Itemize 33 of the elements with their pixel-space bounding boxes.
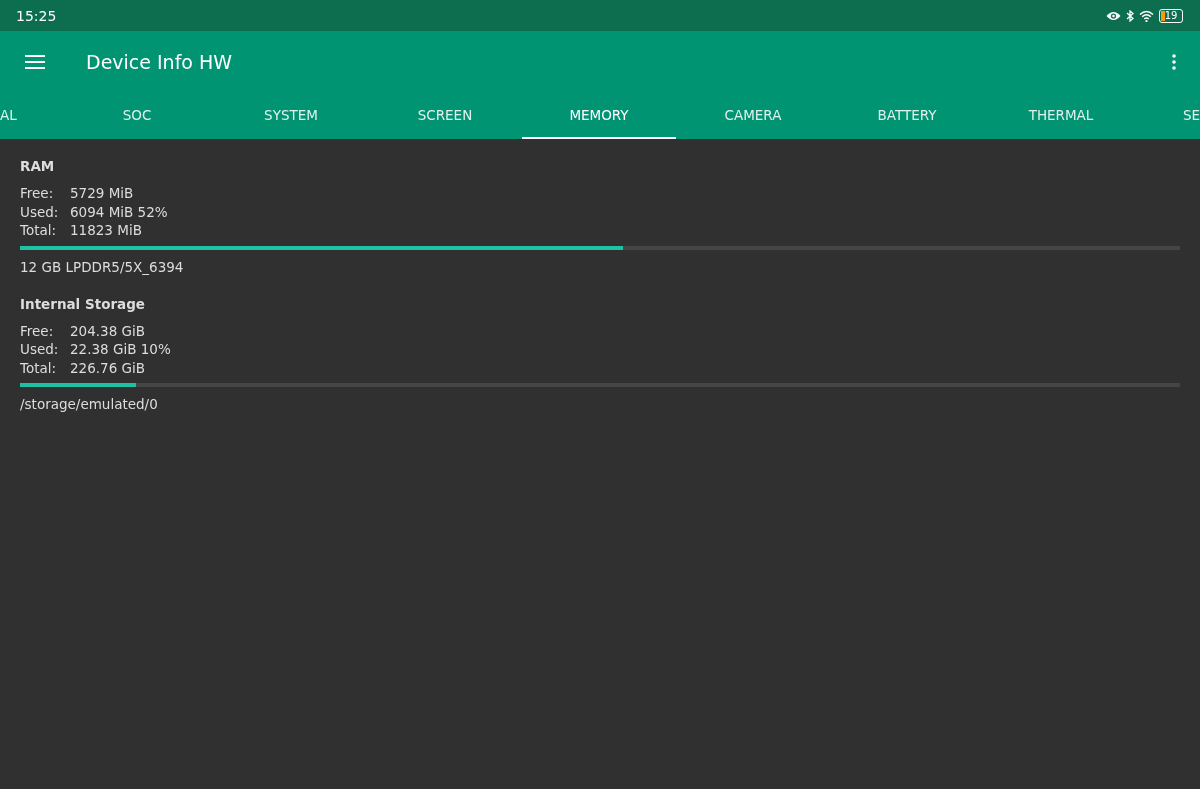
tab[interactable]: SOC xyxy=(60,93,214,139)
menu-icon xyxy=(25,55,45,69)
wifi-icon xyxy=(1139,9,1154,22)
app-title: Device Info HW xyxy=(86,51,234,73)
section-title: RAM xyxy=(20,158,56,174)
field-value: 6094 MiB 52% xyxy=(70,202,168,221)
section-note: 12 GB LPDDR5/5X_6394 xyxy=(20,258,185,275)
tab[interactable]: SE xyxy=(1138,93,1200,139)
field-label: Free: xyxy=(20,321,55,340)
tab[interactable]: BATTERY xyxy=(830,93,984,139)
tab[interactable]: SCREEN xyxy=(368,93,522,139)
tab[interactable]: CAMERA xyxy=(676,93,830,139)
field-value: 5729 MiB xyxy=(70,184,135,203)
tab[interactable]: SYSTEM xyxy=(214,93,368,139)
field-label: Free: xyxy=(20,184,55,203)
more-options-icon xyxy=(1172,54,1176,70)
tab[interactable]: THERMAL xyxy=(984,93,1138,139)
field-label: Total: xyxy=(20,358,58,377)
field-label: Used: xyxy=(20,340,60,359)
battery-icon: 19 xyxy=(1159,8,1183,23)
field-label: Total: xyxy=(20,221,58,240)
status-time: 15:25 xyxy=(16,7,57,24)
field-label: Used: xyxy=(20,202,60,221)
section-note: /storage/emulated/0 xyxy=(20,396,159,412)
section-title: Internal Storage xyxy=(20,295,146,312)
tab[interactable]: MEMORY xyxy=(522,93,676,139)
field-value: 11823 MiB xyxy=(70,221,143,240)
bluetooth-icon xyxy=(1126,9,1134,22)
field-value: 226.76 GiB xyxy=(70,358,146,377)
eye-icon xyxy=(1106,10,1121,21)
field-value: 204.38 GiB xyxy=(70,321,146,340)
tab[interactable]: AL xyxy=(0,93,60,139)
field-value: 22.38 GiB 10% xyxy=(70,340,171,359)
